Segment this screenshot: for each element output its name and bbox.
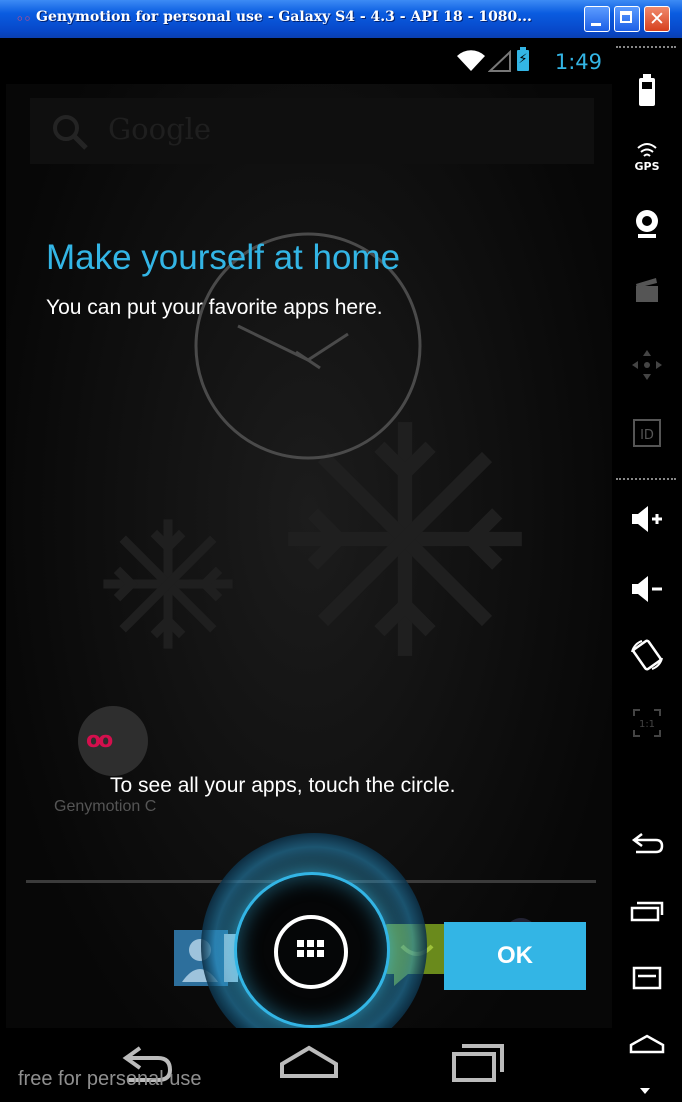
snowflake-small-icon bbox=[103, 519, 233, 649]
remote-control-icon[interactable] bbox=[626, 344, 668, 386]
home-icon[interactable] bbox=[276, 1034, 342, 1084]
genymotion-app-label: Genymotion C bbox=[54, 798, 157, 815]
gps-icon[interactable]: GPS bbox=[626, 134, 668, 176]
pixel-perfect-label: 1:1 bbox=[639, 719, 655, 730]
ok-button[interactable]: OK bbox=[444, 922, 586, 990]
status-bar[interactable]: 1:49 bbox=[6, 38, 612, 84]
cling-subline: You can put your favorite apps here. bbox=[46, 296, 383, 319]
capture-icon[interactable] bbox=[626, 270, 668, 312]
home-icon[interactable] bbox=[626, 1024, 668, 1066]
rotate-icon[interactable] bbox=[626, 634, 668, 676]
volume-down-icon[interactable] bbox=[626, 568, 668, 610]
gps-label: GPS bbox=[634, 160, 659, 173]
close-button[interactable]: ✕ bbox=[644, 6, 670, 32]
grid-icon bbox=[297, 940, 325, 964]
cling-hint: To see all your apps, touch the circle. bbox=[110, 774, 456, 797]
signal-icon bbox=[488, 50, 511, 72]
id-label: ID bbox=[640, 428, 654, 443]
minimize-button[interactable] bbox=[584, 6, 610, 32]
genymotion-toolbar: GPS ID 1:1 bbox=[612, 38, 682, 1102]
watermark-text: free for personal use bbox=[18, 1068, 202, 1090]
genymotion-icon: ◦◦ bbox=[16, 12, 32, 26]
search-icon bbox=[53, 115, 88, 150]
wifi-icon bbox=[457, 50, 485, 71]
battery-icon[interactable] bbox=[626, 70, 668, 112]
id-icon[interactable]: ID bbox=[626, 412, 668, 454]
pixel-perfect-icon[interactable]: 1:1 bbox=[626, 702, 668, 744]
close-icon: ✕ bbox=[649, 8, 665, 30]
menu-icon[interactable] bbox=[626, 956, 668, 998]
title-bar[interactable]: ◦◦ Genymotion for personal use - Galaxy … bbox=[0, 0, 682, 38]
recent-apps-icon[interactable] bbox=[446, 1034, 512, 1084]
window-title: Genymotion for personal use - Galaxy S4 … bbox=[36, 9, 532, 25]
recent-apps-icon[interactable] bbox=[626, 890, 668, 932]
cling-headline: Make yourself at home bbox=[46, 238, 401, 277]
google-search-bar[interactable]: Google bbox=[30, 98, 594, 164]
volume-up-icon[interactable] bbox=[626, 498, 668, 540]
battery-charging-icon bbox=[517, 47, 529, 71]
search-placeholder: Google bbox=[108, 112, 212, 146]
all-apps-button[interactable] bbox=[274, 915, 348, 989]
toolbar-separator bbox=[616, 46, 676, 50]
toolbar-scroll-down-icon[interactable] bbox=[640, 1088, 650, 1094]
camera-icon[interactable] bbox=[626, 202, 668, 244]
back-icon[interactable] bbox=[626, 822, 668, 864]
toolbar-separator bbox=[616, 478, 676, 482]
status-time: 1:49 bbox=[554, 50, 602, 74]
maximize-button[interactable] bbox=[614, 6, 640, 32]
genymotion-app-icon[interactable]: oo bbox=[78, 706, 148, 776]
emulator-window: ◦◦ Genymotion for personal use - Galaxy … bbox=[0, 0, 682, 1102]
android-screen[interactable]: 1:49 Google bbox=[6, 38, 612, 1096]
